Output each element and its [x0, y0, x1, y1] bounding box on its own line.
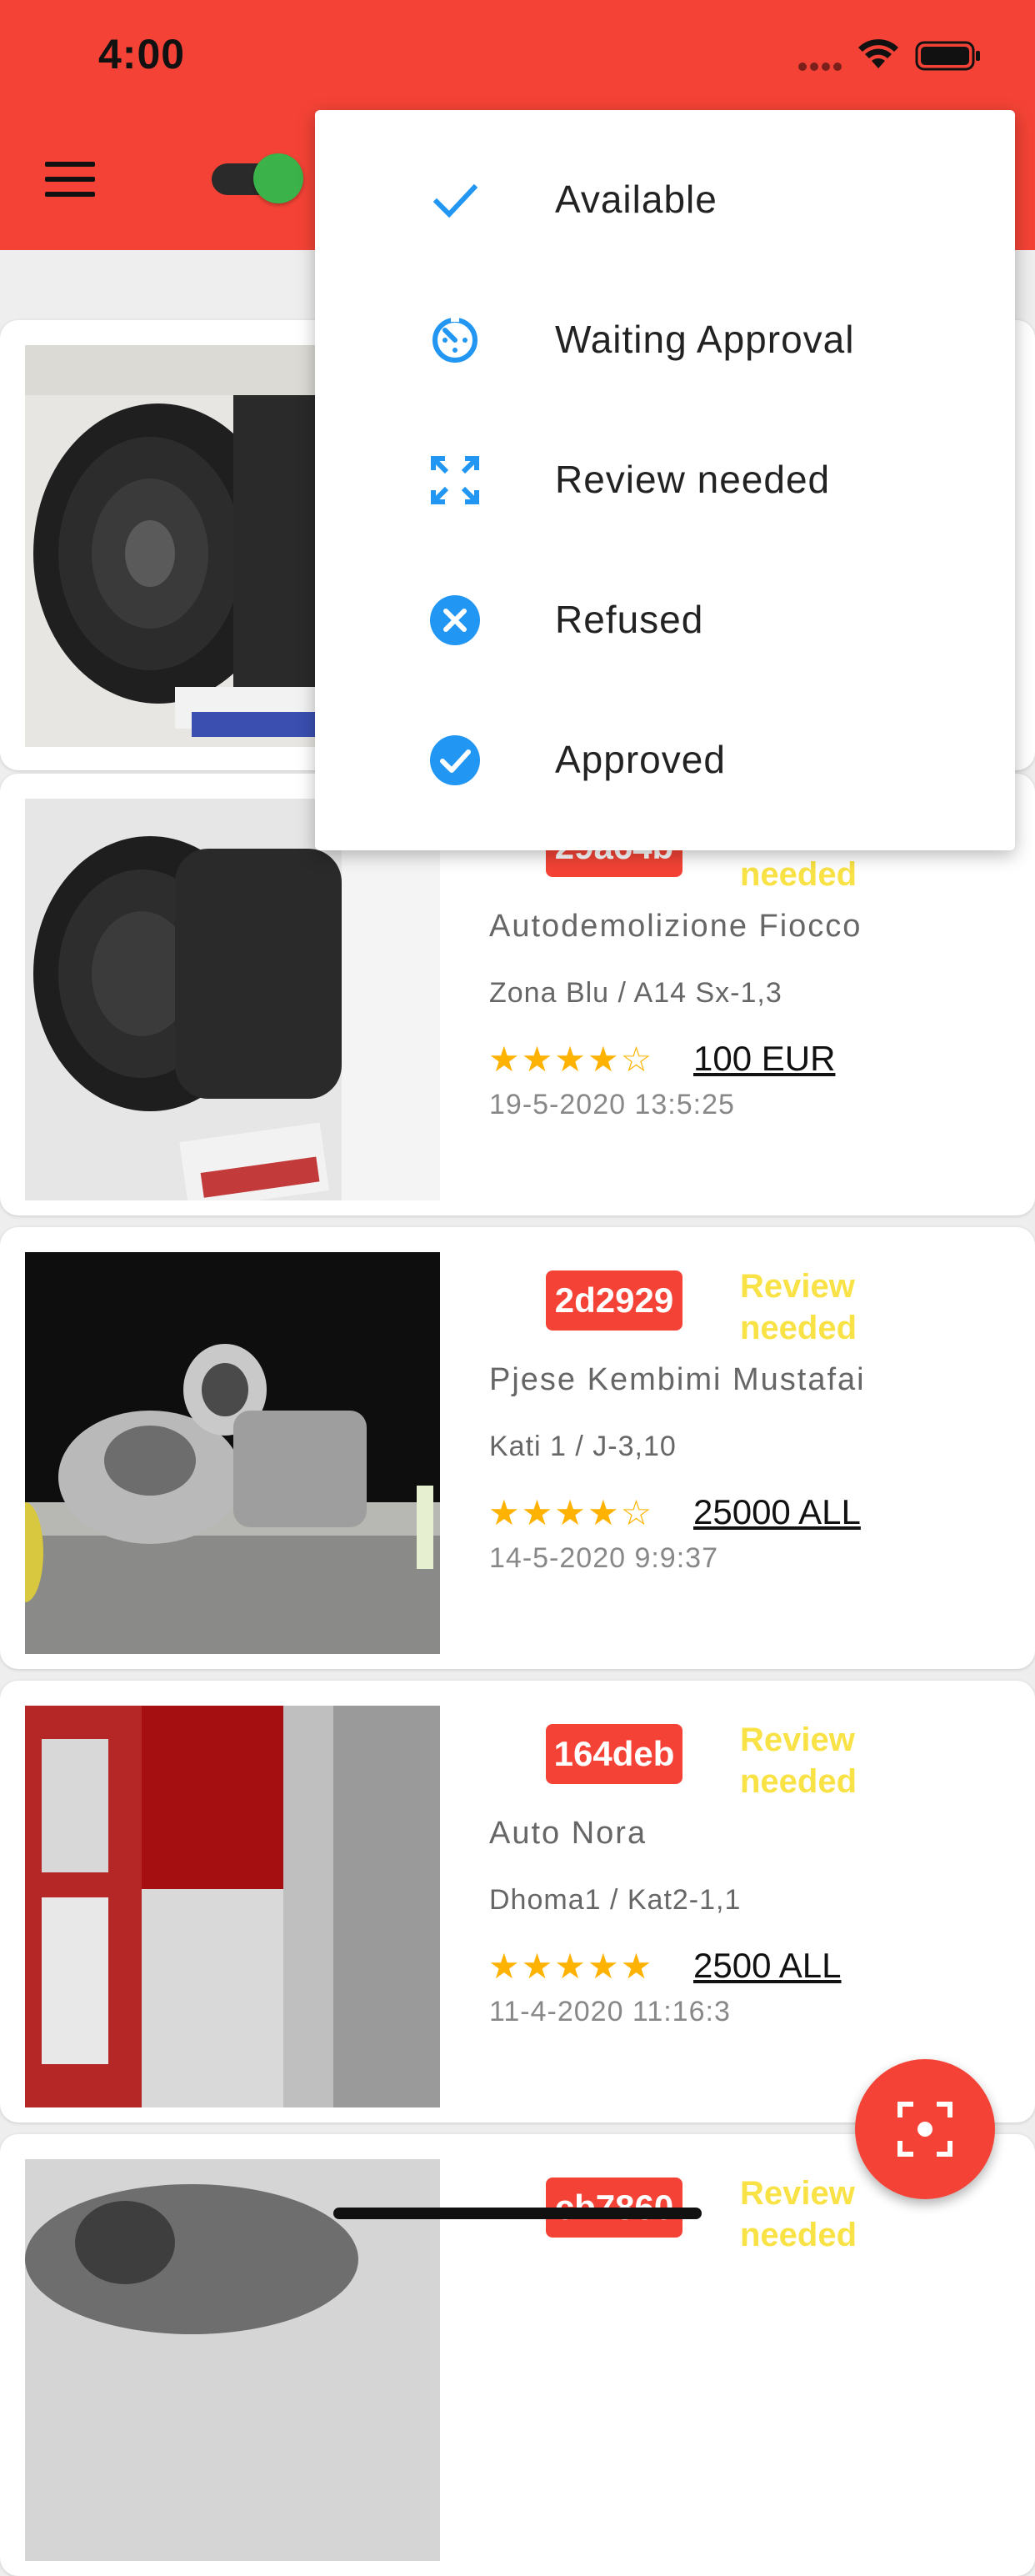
location-text: Dhoma1 / Kat2-1,1: [489, 1884, 742, 1916]
home-indicator: [333, 2208, 702, 2219]
price-link[interactable]: 25000 ALL: [693, 1492, 861, 1532]
location-text: Kati 1 / J-3,10: [489, 1431, 677, 1462]
price-link[interactable]: 100 EUR: [693, 1039, 835, 1079]
part-photo: [25, 2159, 440, 2561]
timer-icon: [432, 315, 478, 363]
status-time: 4:00: [98, 31, 186, 78]
cellular-signal-icon: [798, 60, 847, 72]
list-item[interactable]: 2d2929 Review needed Pjese Kembimi Musta…: [0, 1227, 1035, 1669]
rating-stars: ★★★★☆: [488, 1040, 654, 1079]
list-item[interactable]: cb7860 Review needed: [0, 2134, 1035, 2576]
menu-item-available[interactable]: Available: [315, 130, 1015, 270]
scan-fab-button[interactable]: [855, 2059, 995, 2199]
cancel-circle-icon: [430, 595, 480, 645]
hamburger-menu-icon[interactable]: [45, 162, 95, 197]
status-filter-menu: Available Waiting Approval Review needed: [315, 110, 1015, 850]
price-link[interactable]: 2500 ALL: [693, 1946, 842, 1986]
menu-item-waiting-approval[interactable]: Waiting Approval: [315, 270, 1015, 410]
availability-toggle[interactable]: [212, 153, 305, 203]
date-text: 19-5-2020 13:5:25: [489, 1089, 735, 1120]
rating-stars: ★★★★☆: [488, 1493, 654, 1532]
battery-icon: [915, 41, 980, 71]
check-icon: [432, 183, 478, 218]
rating-stars: ★★★★★: [488, 1947, 654, 1986]
date-text: 11-4-2020 11:16:3: [489, 1996, 731, 2027]
part-photo: [25, 799, 440, 1200]
part-photo: [25, 1706, 440, 2107]
menu-item-review-needed[interactable]: Review needed: [315, 410, 1015, 550]
status-text: Review needed: [740, 1268, 858, 1346]
part-code-badge: 2d2929: [546, 1270, 682, 1331]
location-text: Zona Blu / A14 Sx-1,3: [489, 977, 782, 1009]
shop-name: Auto Nora: [489, 1816, 648, 1851]
menu-item-label: Waiting Approval: [555, 318, 855, 361]
menu-item-refused[interactable]: Refused: [315, 550, 1015, 690]
date-text: 14-5-2020 9:9:37: [489, 1542, 718, 1574]
part-code-badge: 164deb: [546, 1724, 682, 1784]
part-photo: [25, 1252, 440, 1654]
wifi-icon: [858, 39, 898, 68]
list-item[interactable]: 164deb Review needed Auto Nora Dhoma1 / …: [0, 1681, 1035, 2122]
scan-icon: [898, 2102, 952, 2157]
fullscreen-icon: [431, 456, 479, 504]
menu-item-label: Approved: [555, 738, 726, 781]
check-circle-icon: [430, 735, 480, 785]
menu-item-label: Review needed: [555, 458, 831, 501]
menu-item-approved[interactable]: Approved: [315, 690, 1015, 830]
menu-item-label: Refused: [555, 598, 704, 641]
menu-item-label: Available: [555, 178, 718, 221]
status-text: Review needed: [740, 1722, 858, 1800]
shop-name: Autodemolizione Fiocco: [489, 909, 862, 944]
status-text: Review needed: [740, 2175, 858, 2253]
shop-name: Pjese Kembimi Mustafai: [489, 1362, 866, 1397]
